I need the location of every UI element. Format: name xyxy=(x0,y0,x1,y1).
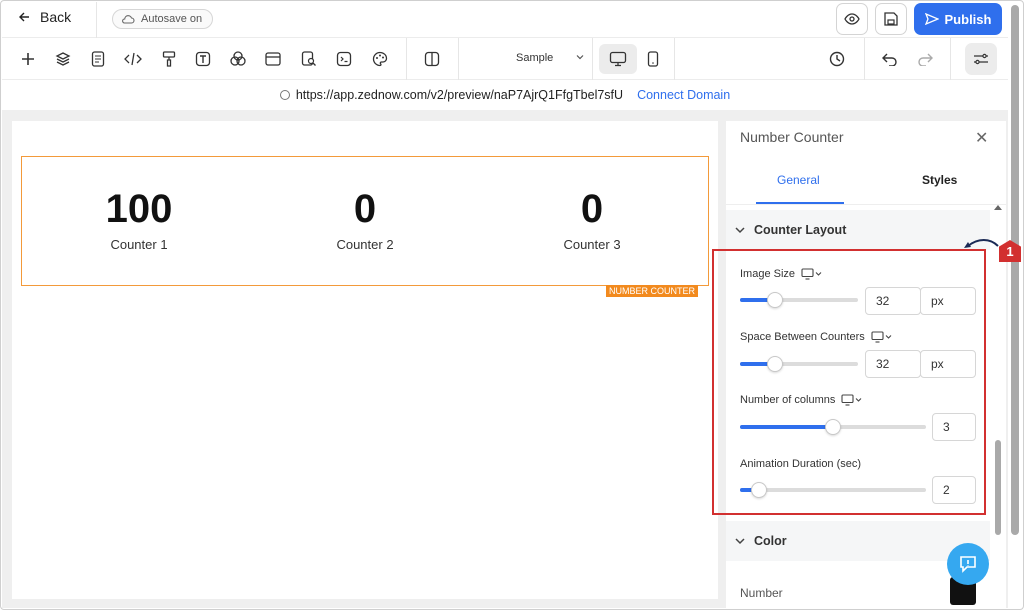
plus-icon[interactable] xyxy=(17,48,39,70)
counter-value: 100 xyxy=(105,187,173,231)
chevron-down-icon xyxy=(735,227,745,234)
counter-value: 0 xyxy=(353,187,377,231)
section-counter-layout[interactable]: Counter Layout xyxy=(726,210,990,250)
settings-sliders-button[interactable] xyxy=(965,43,997,75)
eye-icon xyxy=(844,13,860,25)
curved-arrow-icon xyxy=(964,239,999,248)
chat-support-button[interactable] xyxy=(947,543,989,585)
back-label: Back xyxy=(40,9,72,25)
editor-toolbar: Sample xyxy=(2,38,1008,80)
preview-url[interactable]: https://app.zednow.com/v2/preview/naP7Aj… xyxy=(296,88,623,102)
mobile-icon[interactable] xyxy=(642,48,664,70)
highlight-box xyxy=(712,249,986,515)
connect-domain-link[interactable]: Connect Domain xyxy=(637,88,730,102)
counter-value: 0 xyxy=(580,187,604,231)
arrow-left-icon xyxy=(19,12,29,22)
paint-roller-icon[interactable] xyxy=(158,48,180,70)
active-tab-indicator xyxy=(756,202,844,204)
divider xyxy=(592,38,593,80)
counter-item: 0 Counter 2 xyxy=(265,187,465,252)
divider xyxy=(674,38,675,80)
section-title: Counter Layout xyxy=(754,223,847,237)
element-type-tag: NUMBER COUNTER xyxy=(606,285,699,297)
color-number-label: Number xyxy=(740,586,783,600)
panel-scrollbar[interactable] xyxy=(995,440,1001,535)
tab-styles[interactable]: Styles xyxy=(922,173,957,187)
divider xyxy=(950,38,951,80)
autosave-label: Autosave on xyxy=(141,13,203,25)
divider xyxy=(458,38,459,80)
window-scrollbar[interactable] xyxy=(1011,5,1019,535)
text-icon[interactable] xyxy=(192,48,214,70)
columns-icon[interactable] xyxy=(421,48,443,70)
publish-button[interactable]: Publish xyxy=(914,3,1002,35)
counter-label: Counter 2 xyxy=(336,237,394,252)
save-button[interactable] xyxy=(875,3,907,35)
page-select-value: Sample xyxy=(516,52,554,64)
browser-icon[interactable] xyxy=(262,48,284,70)
chevron-down-icon xyxy=(735,538,745,545)
page-select[interactable]: Sample xyxy=(516,52,585,64)
top-bar: Back Autosave on Publish xyxy=(2,2,1008,38)
history-icon[interactable] xyxy=(826,48,848,70)
section-title: Color xyxy=(754,534,787,548)
cloud-icon xyxy=(122,15,135,24)
code-icon[interactable] xyxy=(122,48,144,70)
counter-label: Counter 1 xyxy=(110,237,168,252)
counter-item: 100 Counter 1 xyxy=(39,187,239,252)
send-icon xyxy=(924,13,939,25)
chat-info-icon xyxy=(960,556,976,573)
divider xyxy=(406,38,407,80)
palette-icon[interactable] xyxy=(369,48,391,70)
terminal-icon[interactable] xyxy=(333,48,355,70)
panel-title: Number Counter xyxy=(740,129,844,145)
floppy-disk-icon xyxy=(884,12,898,26)
scroll-up-icon[interactable] xyxy=(992,202,1004,212)
desktop-icon[interactable] xyxy=(607,48,629,70)
preview-button[interactable] xyxy=(836,3,868,35)
divider xyxy=(864,38,865,80)
close-icon[interactable]: ✕ xyxy=(975,128,988,148)
layers-icon[interactable] xyxy=(52,48,74,70)
page-icon[interactable] xyxy=(87,48,109,70)
preview-url-bar: https://app.zednow.com/v2/preview/naP7Aj… xyxy=(2,80,1008,110)
settings-sliders-icon xyxy=(974,53,988,65)
panel-tabs: General Styles xyxy=(726,160,1006,205)
number-counter-element[interactable]: 100 Counter 1 0 Counter 2 0 Counter 3 xyxy=(21,156,709,286)
counter-label: Counter 3 xyxy=(563,237,621,252)
back-button[interactable]: Back xyxy=(18,9,71,25)
search-doc-icon[interactable] xyxy=(298,48,320,70)
circles-icon[interactable] xyxy=(227,48,249,70)
divider xyxy=(96,2,97,38)
tab-general[interactable]: General xyxy=(777,173,820,187)
publish-label: Publish xyxy=(944,11,992,27)
autosave-badge: Autosave on xyxy=(112,9,214,29)
status-dot-icon xyxy=(279,90,290,100)
redo-icon[interactable] xyxy=(914,48,936,70)
chevron-down-icon xyxy=(576,55,584,60)
undo-icon[interactable] xyxy=(879,48,901,70)
counter-item: 0 Counter 3 xyxy=(492,187,692,252)
